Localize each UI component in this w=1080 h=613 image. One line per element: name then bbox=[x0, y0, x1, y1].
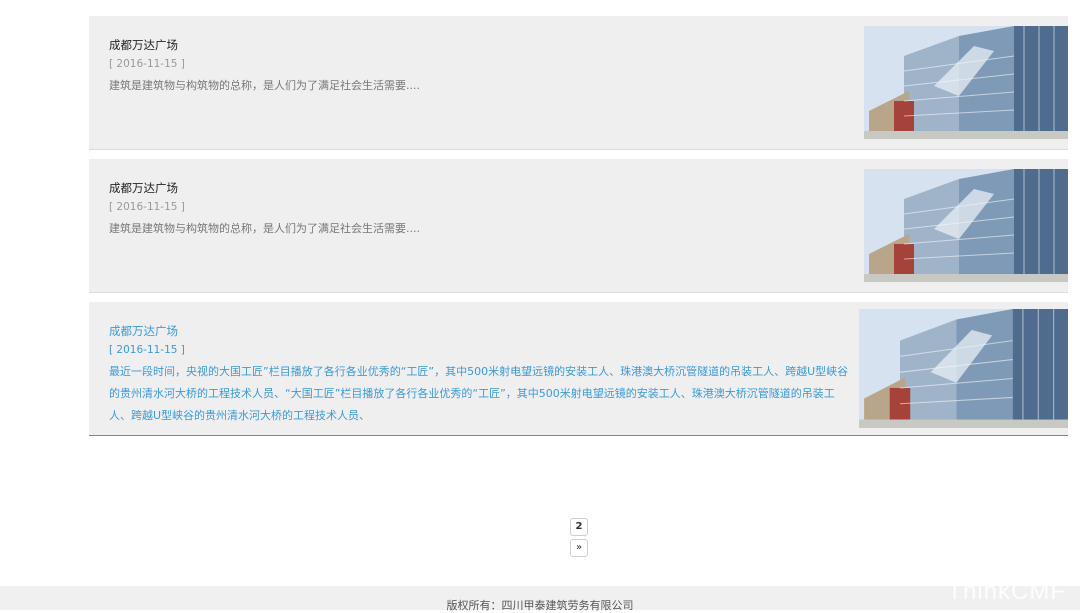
news-item[interactable]: 成都万达广场 [ 2016-11-15 ] 建筑是建筑物与构筑物的总称，是人们为… bbox=[89, 16, 1068, 150]
news-thumbnail[interactable] bbox=[859, 309, 1068, 428]
footer: ThinkCMF 版权所有：四川甲泰建筑劳务有限公司 bbox=[0, 578, 1080, 612]
news-item-hovered[interactable]: 成都万达广场 [ 2016-11-15 ] 最近一段时间，央视的大国工匠”栏目播… bbox=[89, 302, 1068, 436]
news-title[interactable]: 成都万达广场 bbox=[109, 36, 849, 54]
news-text: 成都万达广场 [ 2016-11-15 ] 建筑是建筑物与构筑物的总称，是人们为… bbox=[109, 179, 849, 240]
news-title[interactable]: 成都万达广场 bbox=[109, 179, 849, 197]
news-summary: 建筑是建筑物与构筑物的总称，是人们为了满足社会生活需要.... bbox=[109, 222, 420, 235]
news-item[interactable]: 成都万达广场 [ 2016-11-15 ] 建筑是建筑物与构筑物的总称，是人们为… bbox=[89, 159, 1068, 293]
news-summary: 最近一段时间，央视的大国工匠”栏目播放了各行各业优秀的“工匠”，其中500米射电… bbox=[109, 365, 849, 422]
news-text: 成都万达广场 [ 2016-11-15 ] 建筑是建筑物与构筑物的总称，是人们为… bbox=[109, 36, 849, 97]
news-list: 成都万达广场 [ 2016-11-15 ] 建筑是建筑物与构筑物的总称，是人们为… bbox=[89, 16, 1068, 445]
news-date: [ 2016-11-15 ] bbox=[109, 201, 185, 213]
news-date: [ 2016-11-15 ] bbox=[109, 344, 185, 356]
news-date: [ 2016-11-15 ] bbox=[109, 58, 185, 70]
news-title[interactable]: 成都万达广场 bbox=[109, 322, 854, 340]
copyright-text: 版权所有：四川甲泰建筑劳务有限公司 bbox=[446, 599, 634, 612]
news-thumbnail[interactable] bbox=[864, 169, 1068, 282]
building-photo-icon bbox=[864, 169, 1068, 282]
news-text: 成都万达广场 [ 2016-11-15 ] 最近一段时间，央视的大国工匠”栏目播… bbox=[109, 322, 854, 427]
building-photo-icon bbox=[859, 309, 1068, 428]
news-thumbnail[interactable] bbox=[864, 26, 1068, 139]
next-page-button[interactable]: » bbox=[570, 539, 588, 557]
building-photo-icon bbox=[864, 26, 1068, 139]
pagination: 2 » bbox=[570, 518, 588, 560]
page-button-current[interactable]: 2 bbox=[570, 518, 588, 536]
news-summary: 建筑是建筑物与构筑物的总称，是人们为了满足社会生活需要.... bbox=[109, 79, 420, 92]
